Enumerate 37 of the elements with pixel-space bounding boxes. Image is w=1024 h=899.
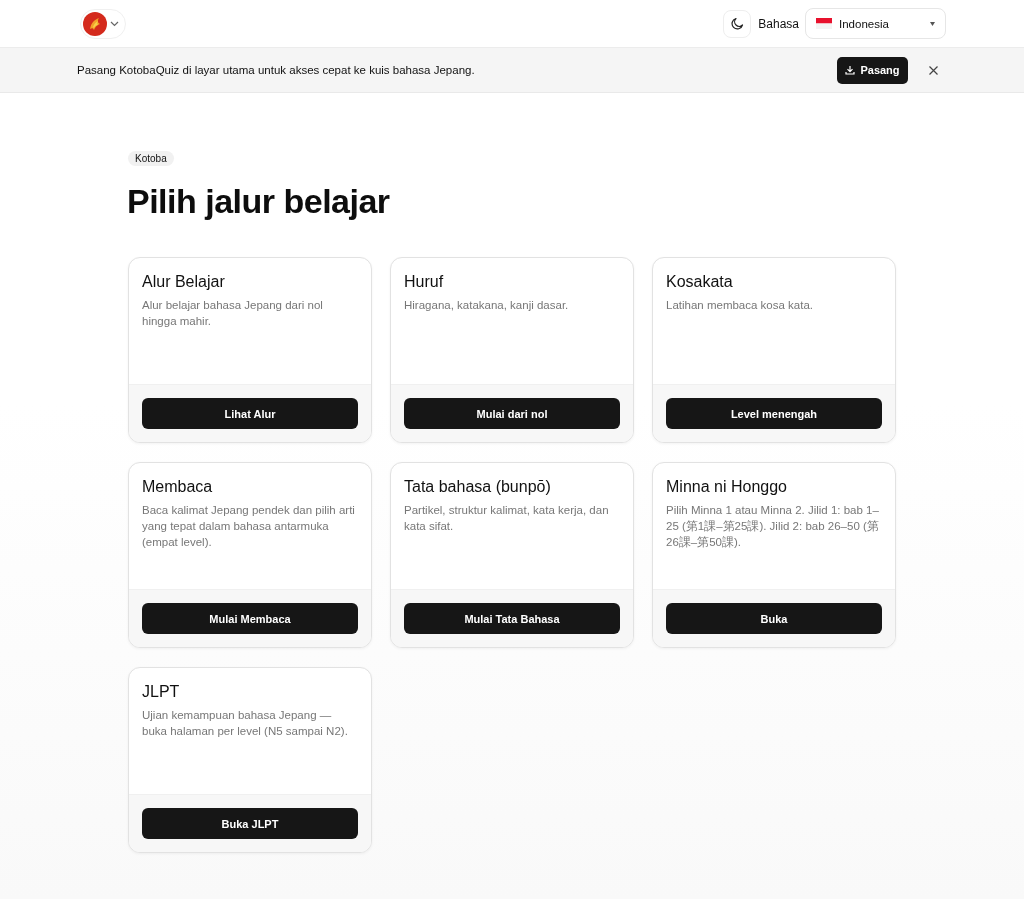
page-title: Pilih jalur belajar xyxy=(127,181,391,221)
card-description: Pilih Minna 1 atau Minna 2. Jilid 1: bab 1–25 (第1課–第25課). Jilid 2: bab 26–50 (第26課–第50課). xyxy=(666,503,880,550)
indonesia-flag-icon xyxy=(816,18,832,29)
card-title: Membaca xyxy=(142,477,214,497)
card-description: Partikel, struktur kalimat, kata kerja, dan kata sifat. xyxy=(404,503,610,534)
logo-menu-button[interactable] xyxy=(80,8,126,39)
card-title: Kosakata xyxy=(666,272,734,292)
card-title: Tata bahasa (bunpō) xyxy=(404,477,552,497)
card-description: Ujian kemampuan bahasa Jepang — buka halaman per level (N5 sampai N2). xyxy=(142,708,349,739)
caret-down-icon xyxy=(930,21,935,26)
category-badge: Kotoba xyxy=(128,151,174,166)
card-action-button[interactable]: Mulai dari nol xyxy=(404,398,620,429)
close-icon xyxy=(928,65,938,75)
card-description: Baca kalimat Jepang pendek dan pilih arti yang tepat dalam bahasa antarmuka (empat level). xyxy=(142,503,356,550)
close-button[interactable] xyxy=(926,63,940,77)
language-label: Bahasa xyxy=(758,16,799,31)
moon-icon xyxy=(730,17,744,30)
card-action-button[interactable]: Lihat Alur xyxy=(142,398,358,429)
chevron-down-icon xyxy=(110,20,119,27)
card-action-button[interactable]: Buka xyxy=(666,603,882,634)
language-select[interactable]: Indonesia xyxy=(805,8,946,39)
download-icon xyxy=(845,65,856,75)
card-action-button[interactable]: Mulai Tata Bahasa xyxy=(404,603,620,634)
card-description: Alur belajar bahasa Jepang dari nol hingga mahir. xyxy=(142,298,324,329)
install-button[interactable]: Pasang xyxy=(837,56,908,84)
card-action-button[interactable]: Level menengah xyxy=(666,398,882,429)
card-title: Minna ni Honggo xyxy=(666,477,788,497)
card-title: Huruf xyxy=(404,272,445,292)
card-description: Hiragana, katakana, kanji dasar. xyxy=(404,298,570,313)
card-action-button[interactable]: Mulai Membaca xyxy=(142,603,358,634)
logo-icon xyxy=(83,11,107,36)
theme-toggle-button[interactable] xyxy=(723,9,752,38)
install-message: Pasang KotobaQuiz di layar utama untuk akses cepat ke kuis bahasa Jepang. xyxy=(77,64,476,76)
card-description: Latihan membaca kosa kata. xyxy=(666,298,815,313)
card-title: JLPT xyxy=(142,682,181,702)
card-title: Alur Belajar xyxy=(142,272,226,292)
card-action-button[interactable]: Buka JLPT xyxy=(142,808,358,839)
